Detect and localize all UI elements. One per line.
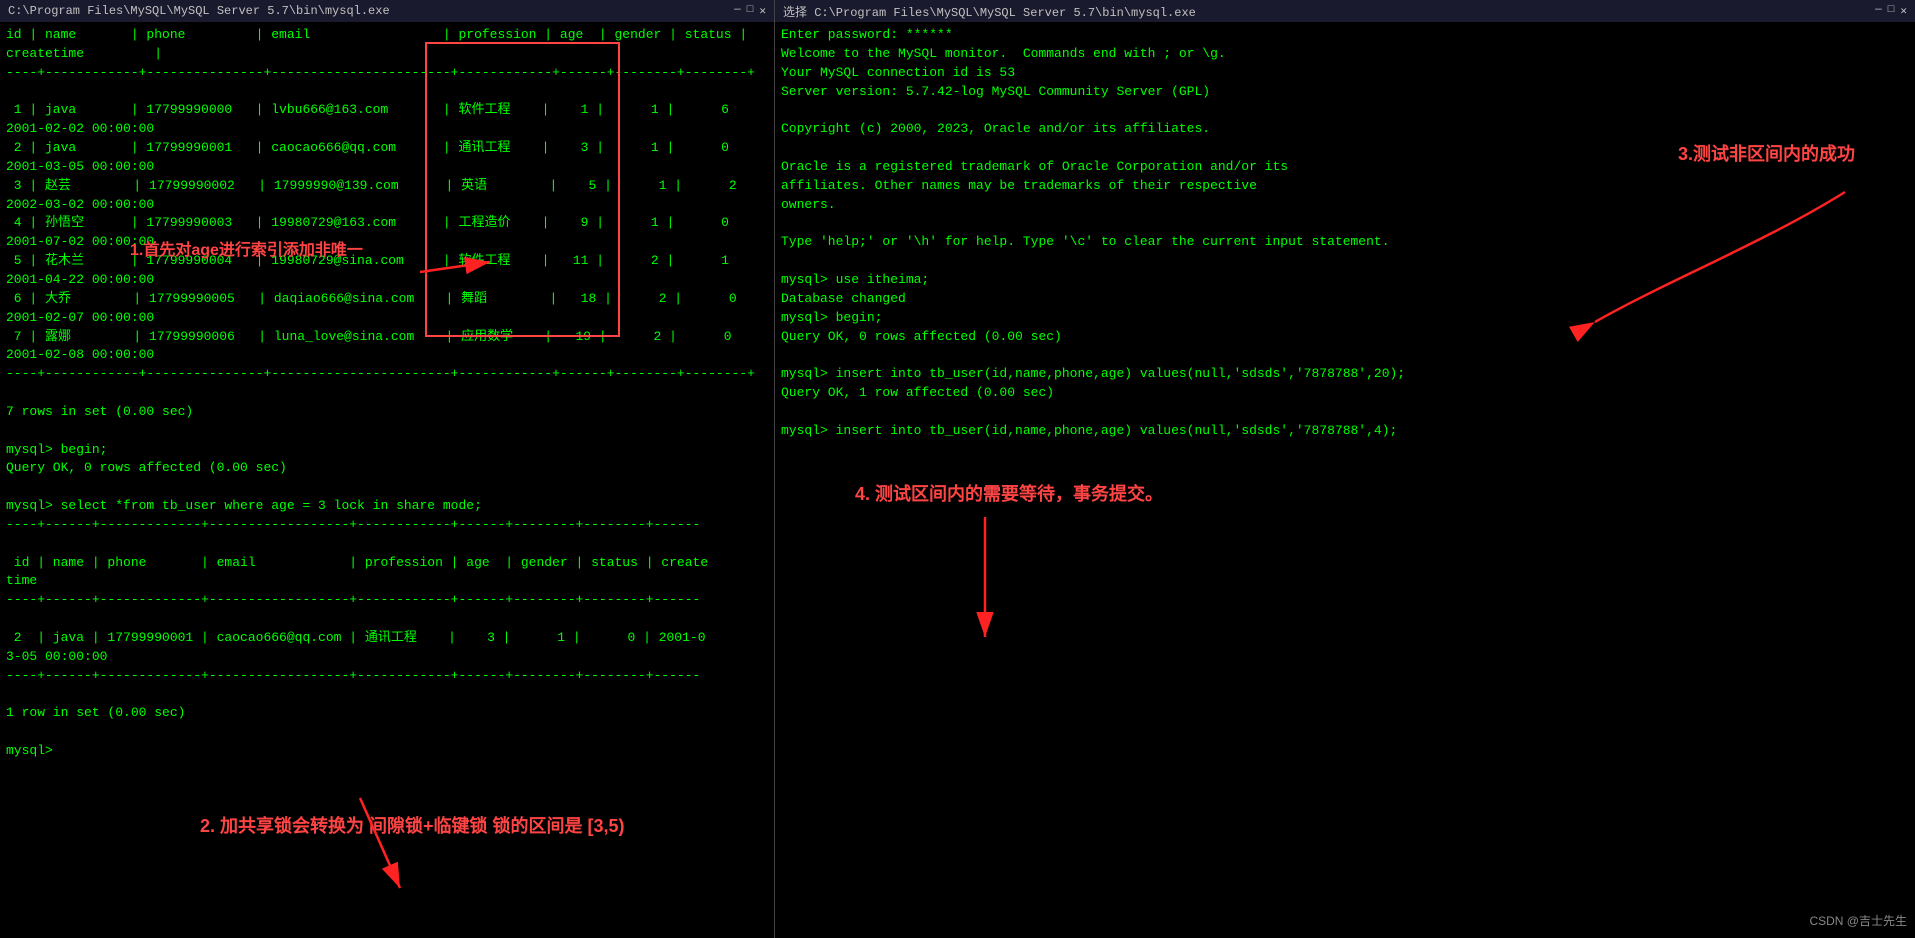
right-terminal-text: Enter password: ****** Welcome to the My… [781, 26, 1909, 441]
maximize-button[interactable]: □ [747, 4, 754, 18]
right-title-text: 选择 C:\Program Files\MySQL\MySQL Server 5… [783, 3, 1196, 20]
annotation-3: 3.测试非区间内的成功 [1678, 142, 1855, 167]
left-terminal-window: C:\Program Files\MySQL\MySQL Server 5.7\… [0, 0, 775, 938]
left-terminal-content: id | name | phone | email | profession |… [0, 22, 774, 938]
annotation-1: 1.首先对age进行索引添加非唯一 [130, 240, 363, 262]
arrow-4 [935, 507, 1035, 657]
right-titlebar: 选择 C:\Program Files\MySQL\MySQL Server 5… [775, 0, 1915, 22]
right-terminal-window: 选择 C:\Program Files\MySQL\MySQL Server 5… [775, 0, 1915, 938]
csdn-watermark: CSDN @吉士先生 [1809, 913, 1907, 930]
left-window-controls[interactable]: — □ ✕ [734, 4, 766, 18]
right-window-controls[interactable]: — □ ✕ [1875, 4, 1907, 18]
right-terminal-content: Enter password: ****** Welcome to the My… [775, 22, 1915, 938]
right-minimize-button[interactable]: — [1875, 4, 1882, 18]
annotation-2: 2. 加共享锁会转换为 间隙锁+临键锁 锁的区间是 [3,5) [200, 812, 625, 838]
right-maximize-button[interactable]: □ [1888, 4, 1895, 18]
annotation-4: 4. 测试区间内的需要等待，事务提交。 [855, 482, 1163, 507]
left-title-text: C:\Program Files\MySQL\MySQL Server 5.7\… [8, 4, 390, 18]
minimize-button[interactable]: — [734, 4, 741, 18]
left-terminal-text: id | name | phone | email | profession |… [6, 26, 768, 761]
close-button[interactable]: ✕ [759, 4, 766, 18]
right-close-button[interactable]: ✕ [1900, 4, 1907, 18]
left-titlebar: C:\Program Files\MySQL\MySQL Server 5.7\… [0, 0, 774, 22]
